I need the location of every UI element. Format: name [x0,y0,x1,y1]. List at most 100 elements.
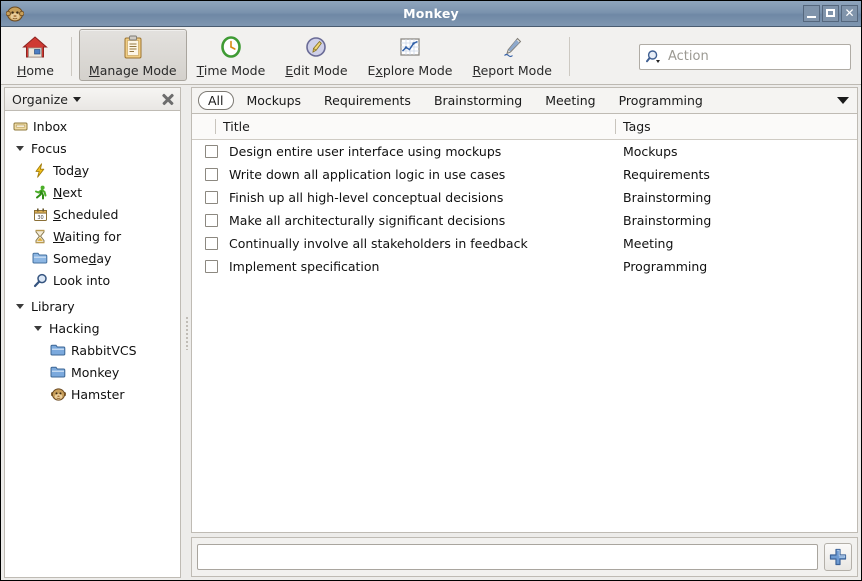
sidebar-label-look-into: Look into [53,272,111,288]
toolbar-label-report-mode: Report Mode [472,63,552,78]
row-title: Implement specification [229,259,380,274]
action-area: Action [639,29,855,84]
main-toolbar: Home Manage Mode Time Mode Edit Mode Exp… [1,27,861,85]
sidebar-label-hacking: Hacking [49,320,100,336]
row-title: Make all architecturally significant dec… [229,213,506,228]
sidebar-item-hamster[interactable]: Hamster [5,383,180,405]
sidebar-group-focus[interactable]: Focus [5,137,180,159]
toolbar-item-explore-mode[interactable]: Explore Mode [358,29,463,81]
table-row[interactable]: Finish up all high-level conceptual deci… [192,186,857,209]
row-tags: Requirements [623,167,710,182]
chevron-down-icon[interactable] [13,145,27,151]
toolbar-item-report-mode[interactable]: Report Mode [462,29,561,81]
minimize-icon[interactable] [803,5,820,22]
tag-chip-programming[interactable]: Programming [609,91,713,110]
column-header-title[interactable]: Title [215,114,615,139]
sidebar-item-someday[interactable]: Someday [5,247,180,269]
chevron-down-icon[interactable] [73,96,81,102]
add-task-button[interactable] [824,543,852,571]
sidebar-group-library[interactable]: Library [5,295,180,317]
toolbar-item-manage-mode[interactable]: Manage Mode [78,29,187,81]
sidebar-group-hacking[interactable]: Hacking [5,317,180,339]
sidebar-item-look-into[interactable]: Look into [5,269,180,291]
sidebar-item-scheduled[interactable]: 30 Scheduled [5,203,180,225]
organize-bar[interactable]: Organize [4,87,181,111]
inbox-icon [11,119,29,133]
plus-icon [828,547,848,567]
row-title: Finish up all high-level conceptual deci… [229,190,504,205]
pen-icon [500,33,524,61]
close-icon[interactable]: ✕ [841,5,858,22]
folder-blue-icon [49,365,67,379]
sidebar-item-today[interactable]: Today [5,159,180,181]
toolbar-label-edit-mode: Edit Mode [285,63,348,78]
row-title: Design entire user interface using mocku… [229,144,502,159]
row-tags: Brainstorming [623,213,712,228]
panel-splitter[interactable] [183,85,191,580]
splitter-grip[interactable] [185,315,189,350]
toolbar-separator-2 [568,37,570,76]
sidebar-label-today: Today [53,162,90,178]
row-checkbox[interactable] [192,260,223,273]
sidebar-label-scheduled: Scheduled [53,206,119,222]
tag-chip-meeting[interactable]: Meeting [535,91,605,110]
tag-chip-brainstorming[interactable]: Brainstorming [424,91,532,110]
chart-icon [398,33,422,61]
tag-chip-mockups[interactable]: Mockups [237,91,312,110]
row-checkbox[interactable] [192,168,223,181]
table-row[interactable]: Implement specification Programming [192,255,857,278]
tag-chip-requirements[interactable]: Requirements [314,91,421,110]
chevron-down-icon[interactable] [13,303,27,309]
sidebar-label-hamster: Hamster [71,386,125,402]
hourglass-icon [31,229,49,244]
close-icon[interactable] [160,91,176,107]
table-row[interactable]: Make all architecturally significant dec… [192,209,857,232]
row-tags: Mockups [623,144,678,159]
tag-chip-all[interactable]: All [198,91,234,110]
action-input[interactable]: Action [639,43,851,70]
sidebar-tree: Inbox Focus Today Next 30 Scheduled Wait… [4,111,181,578]
clipboard-icon [122,33,144,61]
toolbar-item-edit-mode[interactable]: Edit Mode [275,29,357,81]
toolbar-item-home[interactable]: Home [7,29,64,81]
sidebar-item-inbox[interactable]: Inbox [5,115,180,137]
table-row[interactable]: Write down all application logic in use … [192,163,857,186]
organize-label: Organize [12,91,68,107]
row-checkbox[interactable] [192,237,223,250]
sidebar-item-next[interactable]: Next [5,181,180,203]
row-tags: Brainstorming [623,190,712,205]
sidebar-label-monkey: Monkey [71,364,120,380]
row-checkbox[interactable] [192,191,223,204]
toolbar-label-explore-mode: Explore Mode [367,63,453,78]
chevron-down-icon[interactable] [833,91,853,111]
search-dropdown-icon[interactable] [646,49,662,65]
maximize-icon[interactable] [822,5,839,22]
body-split: Organize Inbox Focus Today Next 30 Sched… [1,85,861,580]
svg-text:30: 30 [37,215,43,221]
monkey-icon [4,3,26,25]
row-checkbox[interactable] [192,214,223,227]
toolbar-item-time-mode[interactable]: Time Mode [187,29,276,81]
calendar-icon: 30 [31,207,49,222]
sidebar-item-rabbitvcs[interactable]: RabbitVCS [5,339,180,361]
pencil-circle-icon [304,33,328,61]
sidebar-item-monkey[interactable]: Monkey [5,361,180,383]
new-task-input[interactable] [197,544,818,570]
sidebar-item-waiting-for[interactable]: Waiting for [5,225,180,247]
column-header-tags[interactable]: Tags [615,114,857,139]
list-header: Title Tags [192,114,857,140]
row-tags: Programming [623,259,708,274]
toolbar-label-home: Home [17,63,54,78]
table-row[interactable]: Continually involve all stakeholders in … [192,232,857,255]
sidebar-label-someday: Someday [53,250,112,266]
chevron-down-icon[interactable] [31,325,45,331]
row-title: Write down all application logic in use … [229,167,506,182]
row-checkbox[interactable] [192,145,223,158]
table-row[interactable]: Design entire user interface using mocku… [192,140,857,163]
clock-icon [219,33,243,61]
title-bar: Monkey ✕ [1,1,861,27]
house-icon [22,33,49,61]
sidebar: Organize Inbox Focus Today Next 30 Sched… [1,85,183,580]
lightning-icon [31,162,49,178]
sidebar-label-rabbitvcs: RabbitVCS [71,342,137,358]
